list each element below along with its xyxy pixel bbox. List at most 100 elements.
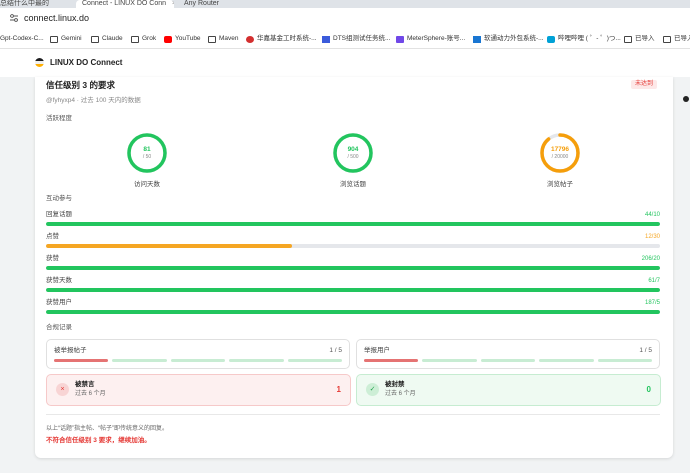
close-icon[interactable]: × xyxy=(172,0,174,7)
progress-track xyxy=(46,288,660,292)
bilibili-icon xyxy=(547,35,555,43)
progress-fill xyxy=(46,310,660,314)
suspended-card: ✓ 被封禁 过去 6 个月 0 xyxy=(356,374,661,406)
bookmark-label: 哔哩哔哩 ( ゜- ゜)つ... xyxy=(558,35,621,42)
bookmark-claude[interactable]: Claude xyxy=(91,34,123,44)
report-segment xyxy=(54,359,109,362)
report-count: 1 / 5 xyxy=(329,347,342,354)
site-header: LINUX DO Connect xyxy=(0,49,690,77)
bookmark-gpt-codex[interactable]: Gpt-Codex-C... xyxy=(0,34,44,44)
page-content: LINUX DO Connect 信任级别 3 的要求 未达到 @fyhyxp4… xyxy=(0,49,690,473)
gauge-max: / 500 xyxy=(347,154,359,160)
url-input[interactable]: connect.linux.do xyxy=(24,12,89,25)
progress-track xyxy=(46,222,660,226)
tab-1[interactable]: 总结什么中最的 xyxy=(0,0,72,8)
tab-2-title: Connect - LINUX DO Conn xyxy=(82,0,167,7)
card-subtitle: @fyhyxp4 · 过去 100 天内的数据 xyxy=(46,97,141,104)
check-icon: ✓ xyxy=(366,383,379,396)
gauge-posts-read: 17796 / 20000 浏览帖子 xyxy=(520,132,600,192)
report-segment xyxy=(480,359,536,362)
folder-icon xyxy=(131,35,139,43)
bookmark-isoftstone[interactable]: 软通动力外包系统-... xyxy=(473,34,544,44)
progress-track xyxy=(46,244,660,248)
huawei-icon xyxy=(246,35,254,43)
bar-likes-received: 获赞 206/20 xyxy=(46,255,660,273)
gauge-visits: 81 / 50 访问天数 xyxy=(107,132,187,192)
bar-liked-users: 获赞用户 187/5 xyxy=(46,299,660,317)
close-icon: × xyxy=(56,383,69,396)
progress-fill xyxy=(46,244,292,248)
bar-value: 61/7 xyxy=(648,278,660,284)
bar-label: 点赞 xyxy=(46,233,59,240)
progress-track xyxy=(46,310,660,314)
bar-value: 206/20 xyxy=(641,256,660,262)
tab-2-active[interactable]: Connect - LINUX DO Conn × xyxy=(76,0,174,8)
bookmark-label: MeterSphere-账号... xyxy=(407,35,466,42)
site-brand[interactable]: LINUX DO Connect xyxy=(50,58,122,68)
report-segment xyxy=(539,359,594,362)
mouse-cursor-icon xyxy=(683,96,689,102)
folder-icon xyxy=(91,35,99,43)
bar-likes-given: 点赞 12/30 xyxy=(46,233,660,251)
bookmark-imported-1[interactable]: 已导入 xyxy=(624,34,655,44)
youtube-icon xyxy=(164,35,172,43)
progress-fill xyxy=(46,288,660,292)
bookmark-metersphere[interactable]: MeterSphere-账号... xyxy=(396,34,465,44)
reported-posts-card: 被举报帖子 1 / 5 xyxy=(46,339,350,369)
report-segment xyxy=(170,359,226,362)
bookmark-maven[interactable]: Maven xyxy=(208,34,239,44)
bookmark-grok[interactable]: Grok xyxy=(131,34,156,44)
suspended-count: 0 xyxy=(646,385,651,394)
gauge-label: 浏览话题 xyxy=(340,181,366,188)
bookmark-label: Maven xyxy=(219,35,239,42)
bookmark-label: Claude xyxy=(102,35,123,42)
divider xyxy=(46,414,660,415)
report-segment xyxy=(287,359,342,362)
report-segment xyxy=(112,359,167,362)
folder-icon xyxy=(663,35,671,43)
address-bar: connect.linux.do xyxy=(0,8,690,30)
linuxdo-logo-icon xyxy=(35,58,44,67)
report-count: 1 / 5 xyxy=(639,347,652,354)
gauge-max: / 20000 xyxy=(551,154,569,160)
gauge-value: 904 xyxy=(347,146,359,153)
bar-replies: 回复话题 44/10 xyxy=(46,211,660,229)
bar-value: 44/10 xyxy=(644,212,660,218)
reported-users-card: 举报用户 1 / 5 xyxy=(356,339,660,369)
bookmark-gemini[interactable]: Gemini xyxy=(50,34,82,44)
site-info-icon[interactable] xyxy=(9,13,19,23)
status-badge: 未达到 xyxy=(631,80,658,89)
progress-track xyxy=(46,266,660,270)
interaction-section-label: 互动参与 xyxy=(46,195,72,202)
gauge-label: 浏览帖子 xyxy=(547,181,573,188)
bookmark-timesheet[interactable]: 华嘉基金工时系统-... xyxy=(246,34,317,44)
tab-1-title: 总结什么中最的 xyxy=(0,0,49,7)
bookmark-label: 已导入 xyxy=(635,35,655,42)
bookmark-label: 软通动力外包系统-... xyxy=(484,35,544,42)
tab-3[interactable]: Any Router xyxy=(184,0,274,8)
report-label: 被举报帖子 xyxy=(54,347,87,354)
bookmark-bilibili[interactable]: 哔哩哔哩 ( ゜- ゜)つ... xyxy=(547,34,621,44)
gauge-label: 访问天数 xyxy=(134,181,160,188)
bookmark-label: Gemini xyxy=(61,35,82,42)
bookmark-imported-2[interactable]: 已导入 xyxy=(663,34,690,44)
bookmark-dts[interactable]: DTS组测试任务统... xyxy=(322,34,390,44)
gauge-max: / 50 xyxy=(142,154,152,160)
browser-tab-bar: 总结什么中最的 Connect - LINUX DO Conn × Any Rou… xyxy=(0,0,690,8)
verdict-text: 不符合信任级别 3 要求，继续加油。 xyxy=(46,437,151,444)
silenced-card: × 被禁言 过去 6 个月 1 xyxy=(46,374,351,406)
report-segment xyxy=(597,359,652,362)
compliance-section-label: 合规记录 xyxy=(46,324,72,331)
metersphere-icon xyxy=(396,35,404,43)
gauge-value: 17796 xyxy=(550,146,570,153)
footnote: 以上“话题”指主帖、“帖子”即传统意义的回复。 xyxy=(46,426,168,432)
progress-fill xyxy=(46,222,660,226)
report-segment xyxy=(364,359,419,362)
bar-label: 回复话题 xyxy=(46,211,72,218)
folder-icon xyxy=(624,35,632,43)
bar-label: 获赞天数 xyxy=(46,277,72,284)
progress-fill xyxy=(46,266,660,270)
bookmark-youtube[interactable]: YouTube xyxy=(164,34,201,44)
report-segment xyxy=(422,359,477,362)
bookmark-label: YouTube xyxy=(175,35,201,42)
